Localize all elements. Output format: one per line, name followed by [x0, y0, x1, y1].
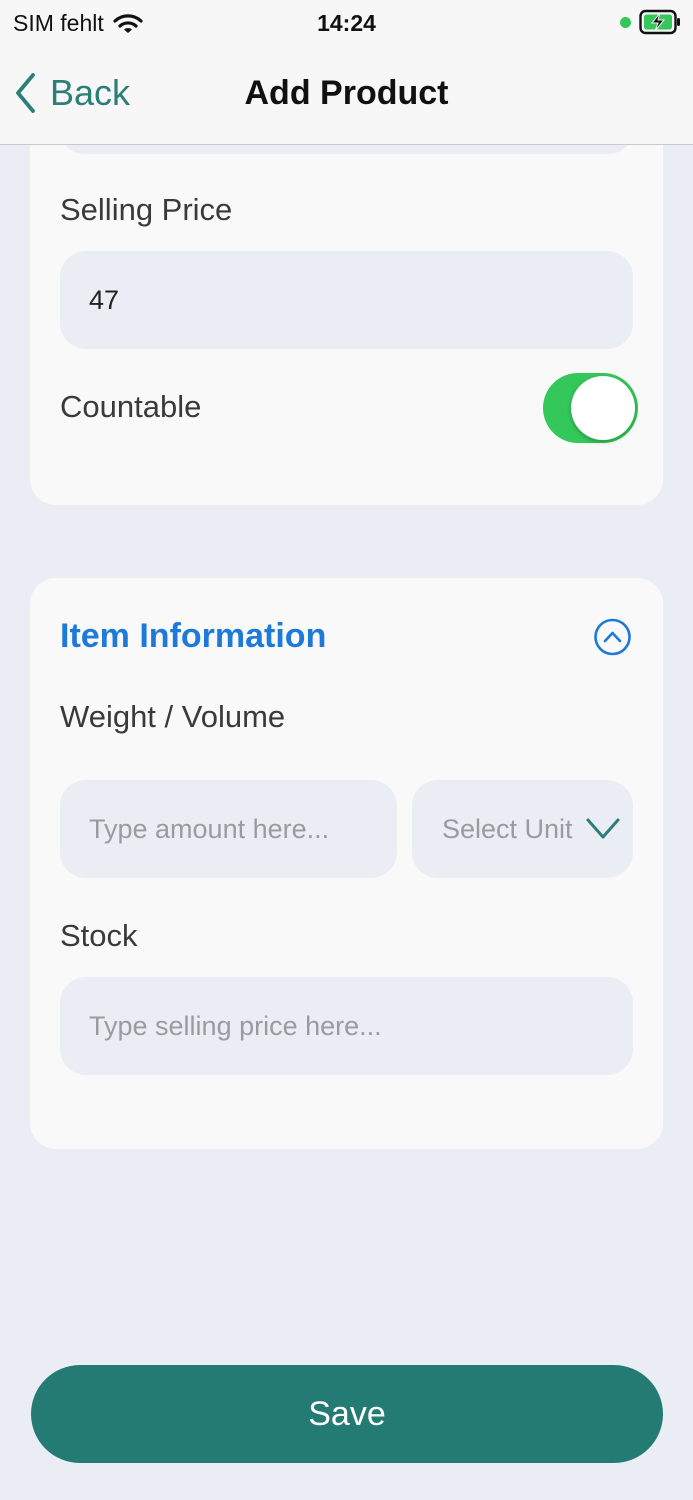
countable-label: Countable	[60, 389, 202, 424]
weight-volume-label: Weight / Volume	[60, 699, 286, 734]
selling-price-field[interactable]	[60, 251, 633, 349]
selling-price-input[interactable]	[89, 284, 633, 316]
stock-label: Stock	[60, 918, 138, 953]
chevron-up-circle-icon	[594, 618, 631, 656]
collapse-section-button[interactable]	[593, 616, 632, 660]
stock-field[interactable]	[60, 977, 633, 1075]
add-product-screen: Selling Price Countable Item Information…	[0, 0, 693, 1500]
toggle-knob	[571, 376, 635, 440]
selling-price-label: Selling Price	[60, 192, 233, 227]
status-time: 14:24	[317, 10, 376, 36]
amount-field[interactable]	[60, 780, 397, 878]
amount-input[interactable]	[89, 813, 397, 845]
unit-select[interactable]: Select Unit	[412, 780, 633, 878]
save-button[interactable]: Save	[31, 1365, 663, 1463]
privacy-indicator-dot	[620, 16, 631, 28]
unit-select-placeholder: Select Unit	[442, 813, 573, 844]
status-right	[620, 8, 681, 36]
chevron-down-icon	[586, 818, 620, 839]
page-title: Add Product	[244, 74, 449, 112]
top-bar: SIM fehlt 14:24 Back Add Product	[0, 0, 693, 145]
countable-toggle[interactable]	[543, 373, 638, 443]
battery-charging-icon	[639, 9, 680, 35]
stock-input[interactable]	[89, 1010, 633, 1042]
item-information-title: Item Information	[60, 617, 327, 655]
